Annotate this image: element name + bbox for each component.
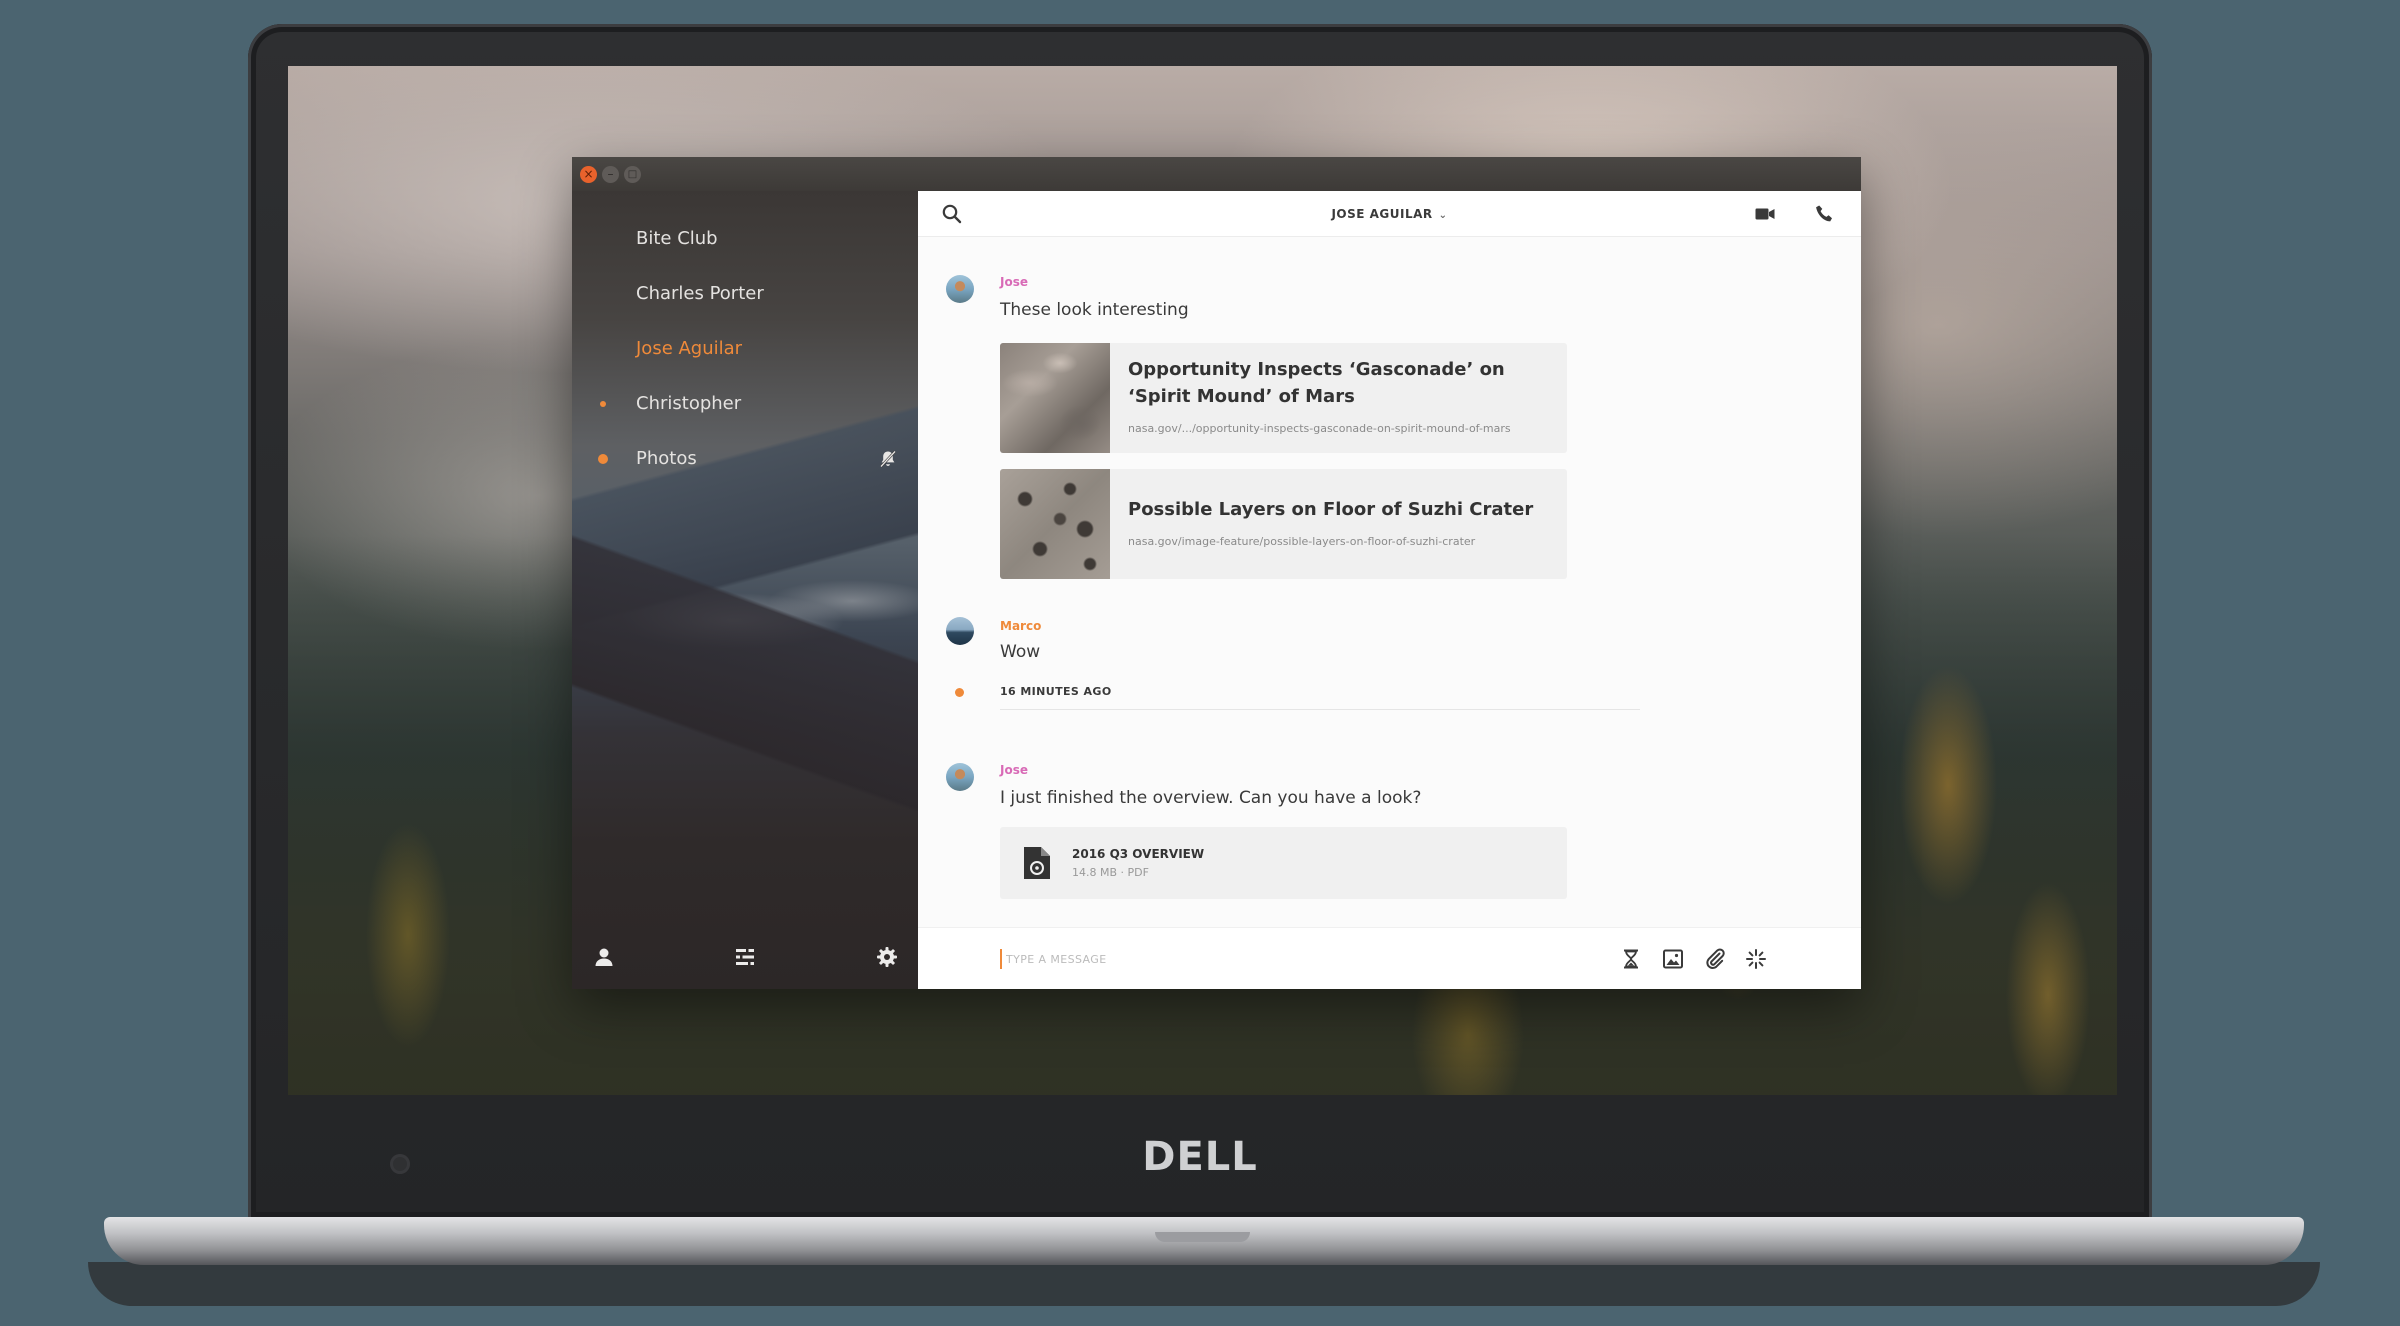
message-sender: Jose bbox=[1000, 275, 1028, 289]
paperclip-icon[interactable] bbox=[1703, 947, 1727, 971]
hourglass-icon[interactable] bbox=[1619, 947, 1643, 971]
new-messages-dot bbox=[955, 688, 964, 697]
message-text: These look interesting bbox=[1000, 300, 1189, 320]
sidebar-item-bite-club[interactable]: Bite Club bbox=[572, 211, 918, 266]
link-thumbnail bbox=[1000, 343, 1110, 453]
chat-list: Bite Club Charles Porter Jose Aguilar Ch… bbox=[572, 211, 918, 486]
sparkle-icon[interactable] bbox=[1744, 947, 1768, 971]
video-camera-icon[interactable] bbox=[1754, 203, 1776, 225]
webcam bbox=[390, 1154, 410, 1174]
time-divider: 16 MINUTES AGO bbox=[918, 683, 1861, 710]
titlebar: × – □ bbox=[572, 157, 1861, 191]
unread-indicator bbox=[598, 453, 608, 464]
conversation-panel: JOSE AGUILAR ⌄ Jose These look interestin… bbox=[918, 191, 1861, 989]
avatar[interactable] bbox=[946, 275, 974, 303]
document-file-icon bbox=[1024, 847, 1050, 879]
link-url: nasa.gov/.../opportunity-inspects-gascon… bbox=[1128, 422, 1511, 435]
image-icon[interactable] bbox=[1661, 947, 1685, 971]
sidebar-item-label: Charles Porter bbox=[636, 283, 764, 304]
brand-logo: DELL bbox=[1142, 1134, 1258, 1180]
unread-indicator bbox=[600, 400, 606, 407]
minimize-window-button[interactable]: – bbox=[602, 166, 619, 183]
muted-bell-icon[interactable] bbox=[878, 449, 898, 469]
conversation-title-text: JOSE AGUILAR bbox=[1331, 207, 1433, 221]
close-window-button[interactable]: × bbox=[580, 166, 597, 183]
divider-line bbox=[1000, 709, 1640, 710]
message-composer bbox=[918, 927, 1861, 989]
file-attachment-card[interactable]: 2016 Q3 OVERVIEW 14.8 MB · PDF bbox=[1000, 827, 1567, 899]
link-preview-card[interactable]: Opportunity Inspects ‘Gasconade’ on ‘Spi… bbox=[1000, 343, 1567, 453]
sidebar-item-charles-porter[interactable]: Charles Porter bbox=[572, 266, 918, 321]
link-thumbnail bbox=[1000, 469, 1110, 579]
sidebar-item-label: Photos bbox=[636, 448, 697, 469]
time-divider-label: 16 MINUTES AGO bbox=[1000, 685, 1112, 698]
laptop-notch bbox=[1155, 1232, 1250, 1242]
sidebar-item-christopher[interactable]: Christopher bbox=[572, 376, 918, 431]
sidebar-item-label: Christopher bbox=[636, 393, 742, 414]
conversation-title[interactable]: JOSE AGUILAR ⌄ bbox=[918, 191, 1861, 237]
sidebar-footer bbox=[572, 925, 918, 989]
gear-icon[interactable] bbox=[876, 946, 898, 968]
link-title: Opportunity Inspects ‘Gasconade’ on ‘Spi… bbox=[1128, 359, 1505, 407]
sidebar-item-photos[interactable]: Photos bbox=[572, 431, 918, 486]
message-list: Jose These look interesting Opportunity … bbox=[918, 237, 1861, 927]
message-text: I just finished the overview. Can you ha… bbox=[1000, 788, 1422, 808]
sliders-icon[interactable] bbox=[734, 946, 756, 968]
sidebar-item-jose-aguilar[interactable]: Jose Aguilar bbox=[572, 321, 918, 376]
sidebar: Bite Club Charles Porter Jose Aguilar Ch… bbox=[572, 191, 918, 989]
file-meta: 14.8 MB · PDF bbox=[1072, 866, 1149, 879]
avatar[interactable] bbox=[946, 763, 974, 791]
messenger-window: × – □ Bite Club Charles Porter Jose Agui… bbox=[572, 157, 1861, 989]
link-url: nasa.gov/image-feature/possible-layers-o… bbox=[1128, 535, 1476, 548]
user-icon[interactable] bbox=[593, 946, 615, 968]
sidebar-item-label: Jose Aguilar bbox=[636, 338, 743, 359]
message-sender: Marco bbox=[1000, 619, 1042, 633]
sidebar-item-label: Bite Club bbox=[636, 228, 718, 249]
text-caret bbox=[1000, 949, 1002, 969]
message-sender: Jose bbox=[1000, 763, 1028, 777]
conversation-header: JOSE AGUILAR ⌄ bbox=[918, 191, 1861, 237]
avatar[interactable] bbox=[946, 617, 974, 645]
chevron-down-icon: ⌄ bbox=[1438, 210, 1448, 221]
message-text: Wow bbox=[1000, 642, 1041, 662]
maximize-window-button[interactable]: □ bbox=[624, 166, 641, 183]
link-title: Possible Layers on Floor of Suzhi Crater bbox=[1128, 499, 1534, 520]
link-preview-card[interactable]: Possible Layers on Floor of Suzhi Crater… bbox=[1000, 469, 1567, 579]
phone-icon[interactable] bbox=[1814, 203, 1836, 225]
laptop-base-shadow bbox=[88, 1262, 2320, 1306]
file-name: 2016 Q3 OVERVIEW bbox=[1072, 847, 1205, 861]
sidebar-background-lower bbox=[572, 511, 918, 811]
message-input[interactable] bbox=[1006, 947, 1506, 971]
